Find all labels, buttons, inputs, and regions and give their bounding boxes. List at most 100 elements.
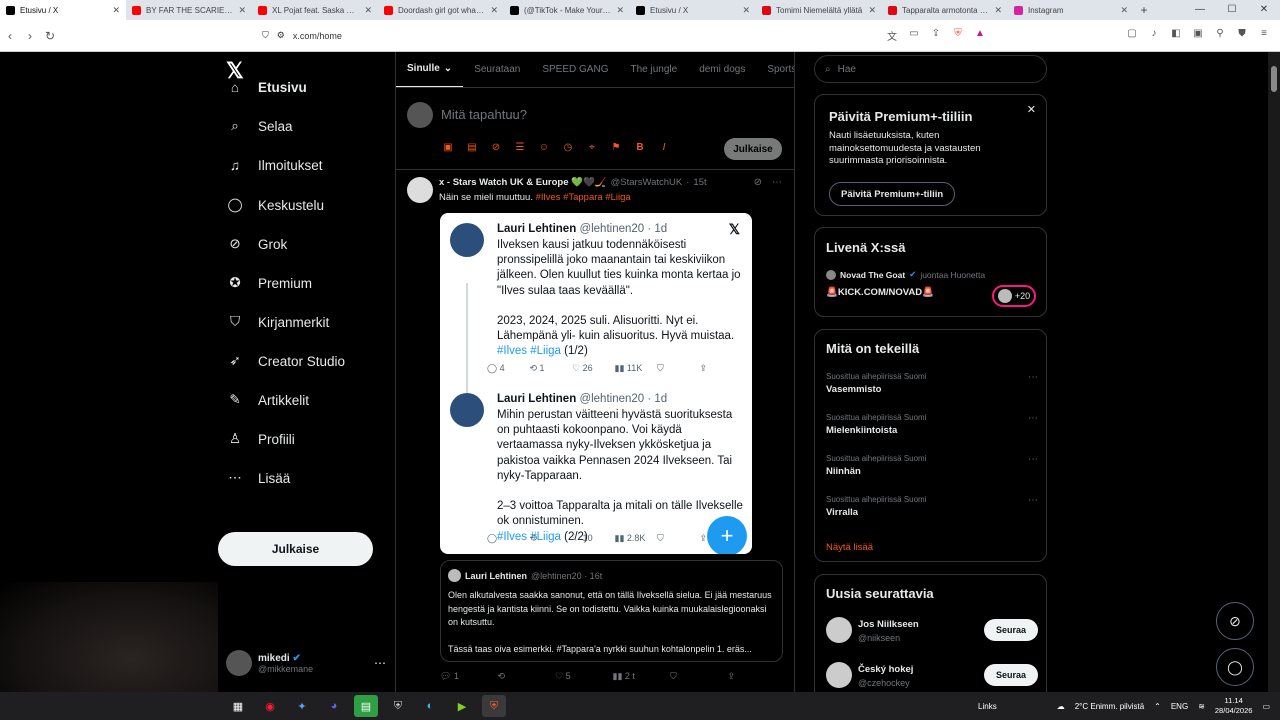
vpn-icon[interactable]: ⛊	[1236, 28, 1248, 43]
gif-icon[interactable]: ▤	[465, 142, 479, 153]
show-more-link[interactable]: Näytä lisää	[826, 542, 873, 553]
follow-name[interactable]: Český hokej	[858, 664, 913, 675]
follow-name[interactable]: Jos Niilkseen	[858, 619, 919, 630]
share-icon[interactable]: ⇪	[930, 28, 942, 43]
browser-tab[interactable]: Tapparalta armotonta irvai ✕	[882, 0, 1008, 20]
wifi-icon[interactable]: ≋	[1198, 702, 1205, 711]
avatar[interactable]	[826, 617, 852, 643]
nav-item-grok[interactable]: ⊘ Grok	[226, 235, 287, 253]
extensions-icon[interactable]: ⚲	[1214, 28, 1226, 43]
account-switcher[interactable]: mikedi ✔ @mikkemane ⋯	[226, 650, 386, 676]
more-icon[interactable]: ⋯	[1028, 454, 1038, 465]
follow-suggestion[interactable]: Jos Niilkseen @niikseen Seuraa	[826, 617, 1038, 647]
site-info-icon[interactable]: ⚙	[277, 30, 285, 41]
tweet-time[interactable]: 15t	[693, 177, 706, 188]
reload-icon[interactable]: ↻	[40, 29, 60, 43]
close-icon[interactable]: ✕	[1027, 103, 1036, 116]
grok-icon[interactable]: ⊘	[489, 142, 503, 153]
close-tab-icon[interactable]: ✕	[1120, 5, 1128, 16]
panel-icon[interactable]: ◧	[1170, 28, 1182, 43]
browser-tab[interactable]: (@TikTok - Make Your Day ✕	[504, 0, 630, 20]
close-tab-icon[interactable]: ✕	[238, 5, 246, 16]
more-icon[interactable]: ⋯	[1028, 372, 1038, 383]
tray-chevron-icon[interactable]: ⌃	[1154, 702, 1161, 711]
opera-icon[interactable]: ◉	[258, 695, 282, 717]
italic-icon[interactable]: I	[657, 142, 671, 153]
browser-tab[interactable]: Doordash girl got what she ✕	[378, 0, 504, 20]
forward-icon[interactable]: ›	[20, 29, 40, 43]
links-toolbar[interactable]: Links	[978, 702, 997, 711]
close-tab-icon[interactable]: ✕	[490, 5, 498, 16]
compose-publish-button[interactable]: Julkaise	[724, 138, 782, 160]
app-icon[interactable]: ▤	[354, 695, 378, 717]
repost-button[interactable]: ⟲	[498, 671, 556, 682]
feed-tab[interactable]: demi dogs	[688, 52, 756, 87]
play-icon[interactable]: ▶	[450, 695, 474, 717]
flag-icon[interactable]: ⚑	[609, 142, 623, 153]
trend-item[interactable]: Suosittua aihepiirissä Suomi Vasemmisto ⋯	[826, 372, 1038, 395]
views-button[interactable]: ▮▮ 2 t	[613, 671, 671, 682]
task-view-icon[interactable]: ▦	[226, 695, 250, 717]
bookmark-button[interactable]: ⛉	[670, 671, 728, 682]
grok-icon[interactable]: ⊘	[1216, 602, 1254, 640]
trend-item[interactable]: Suosittua aihepiirissä Suomi Niinhän ⋯	[826, 454, 1038, 477]
music-icon[interactable]: ♪	[1148, 28, 1160, 43]
more-icon[interactable]: ⋯	[1028, 413, 1038, 424]
share-button[interactable]: ⇪	[728, 671, 786, 682]
photos-icon[interactable]: ✦	[290, 695, 314, 717]
search-input[interactable]: ⌕ Hae	[814, 55, 1047, 83]
nav-item-profiili[interactable]: ♙ Profiili	[226, 430, 295, 448]
quoted-tweet[interactable]: Lauri Lehtinen @lehtinen20 · 16t Olen al…	[440, 560, 783, 662]
grok-icon[interactable]: ⊘	[754, 177, 762, 188]
menu-icon[interactable]: ≡	[1258, 28, 1270, 43]
close-tab-icon[interactable]: ✕	[868, 5, 876, 16]
nav-item-ilmoitukset[interactable]: ♫ Ilmoitukset	[226, 156, 323, 174]
live-listeners[interactable]: +20	[992, 285, 1036, 307]
follow-button[interactable]: Seuraa	[984, 619, 1038, 641]
url-field[interactable]: ⛉ ⚙ x.com/home	[72, 30, 812, 41]
avatar[interactable]	[826, 662, 852, 688]
translate-icon[interactable]: 文	[886, 28, 898, 43]
location-icon[interactable]: ⌖	[585, 142, 599, 153]
feed-tab[interactable]: Sinulle ⌄	[396, 52, 464, 87]
wallet-icon[interactable]: ▣	[1192, 28, 1204, 43]
feed-tab[interactable]: Sportsla	[756, 52, 794, 87]
messages-icon[interactable]: ◯	[1216, 648, 1254, 686]
browser-tab[interactable]: Etusivu / X ✕	[630, 0, 756, 20]
brave-rewards-icon[interactable]: ▲	[974, 28, 986, 43]
schedule-icon[interactable]: ◷	[561, 142, 575, 153]
tweet-handle[interactable]: @StarsWatchUK	[611, 177, 683, 188]
more-icon[interactable]: ⋯	[772, 177, 782, 188]
weather-text[interactable]: 2°C Enimm. pilvistä	[1075, 702, 1144, 711]
nav-item-lisaa[interactable]: ⋯ Lisää	[226, 469, 290, 487]
bookmark-page-icon[interactable]: ⛉	[262, 30, 269, 41]
tweet-image[interactable]: 𝕏 Lauri Lehtinen @lehtinen20 · 1d Ilveks…	[440, 213, 752, 554]
like-button[interactable]: ♡ 5	[555, 671, 613, 682]
follow-button[interactable]: Seuraa	[984, 664, 1038, 686]
new-tab-button[interactable]: +	[1134, 3, 1154, 17]
tweet-author[interactable]: x - Stars Watch UK & Europe 💚🖤🏒	[439, 177, 607, 188]
tweet-hashtags[interactable]: #Ilves #Tappara #Liiga	[536, 192, 631, 203]
nav-item-premium[interactable]: ✪ Premium	[226, 274, 312, 292]
post-button[interactable]: Julkaise	[218, 532, 373, 566]
browser-tab[interactable]: Tomimi Niemelältä yllätä ✕	[756, 0, 882, 20]
close-window-icon[interactable]: ✕	[1248, 0, 1280, 20]
chevron-down-icon[interactable]: ⌄	[444, 63, 452, 74]
browser-tab[interactable]: XL Pojat feat. Saska Nymp ✕	[252, 0, 378, 20]
close-tab-icon[interactable]: ✕	[994, 5, 1002, 16]
emoji-icon[interactable]: ☺	[537, 142, 551, 153]
close-tab-icon[interactable]: ✕	[364, 5, 372, 16]
close-tab-icon[interactable]: ✕	[616, 5, 624, 16]
sidebar-icon[interactable]: ▢	[1126, 28, 1138, 43]
compose-input[interactable]: Mitä tapahtuu?	[441, 107, 527, 122]
nav-item-keskustelu[interactable]: ◯ Keskustelu	[226, 196, 324, 214]
bold-icon[interactable]: B	[633, 142, 647, 153]
language[interactable]: ENG	[1171, 702, 1188, 711]
feed-tab[interactable]: SPEED GANG	[531, 52, 619, 87]
feed-tab[interactable]: Seurataan	[463, 52, 531, 87]
cast-icon[interactable]: ▭	[908, 28, 920, 43]
follow-suggestion[interactable]: Český hokej @czehockey Seuraa	[826, 662, 1038, 692]
poll-icon[interactable]: ☰	[513, 142, 527, 153]
scrollbar[interactable]	[1268, 52, 1280, 692]
nav-item-selaa[interactable]: ⌕ Selaa	[226, 117, 292, 135]
